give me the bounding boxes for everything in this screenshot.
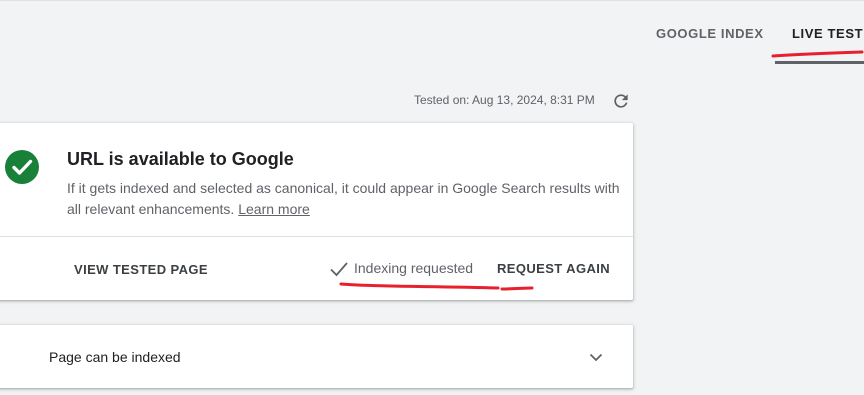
- checkmark-icon: [330, 262, 348, 277]
- status-title: URL is available to Google: [67, 149, 294, 169]
- refresh-icon[interactable]: [611, 91, 631, 111]
- indexing-requested-status: Indexing requested: [354, 260, 474, 276]
- annotation-underline-indexing: [339, 282, 534, 291]
- tab-live-test[interactable]: LIVE TEST: [792, 26, 863, 41]
- view-tested-page-button[interactable]: VIEW TESTED PAGE: [74, 262, 208, 277]
- tab-google-index[interactable]: GOOGLE INDEX: [656, 26, 764, 41]
- learn-more-link[interactable]: Learn more: [238, 201, 310, 217]
- active-tab-indicator: [775, 61, 864, 64]
- check-circle-icon: [5, 150, 39, 184]
- chevron-down-icon[interactable]: [588, 349, 604, 365]
- card-divider: [0, 236, 633, 237]
- top-divider: [0, 0, 864, 1]
- status-description-text: If it gets indexed and selected as canon…: [67, 180, 620, 217]
- tested-on-timestamp: Tested on: Aug 13, 2024, 8:31 PM: [414, 93, 595, 107]
- status-description: If it gets indexed and selected as canon…: [67, 178, 632, 220]
- url-status-card: URL is available to Google If it gets in…: [0, 123, 633, 300]
- page-indexed-card[interactable]: Page can be indexed: [0, 325, 633, 388]
- request-again-button[interactable]: REQUEST AGAIN: [497, 261, 610, 276]
- page-can-be-indexed-label: Page can be indexed: [49, 349, 181, 365]
- annotation-underline-tab: [771, 50, 864, 58]
